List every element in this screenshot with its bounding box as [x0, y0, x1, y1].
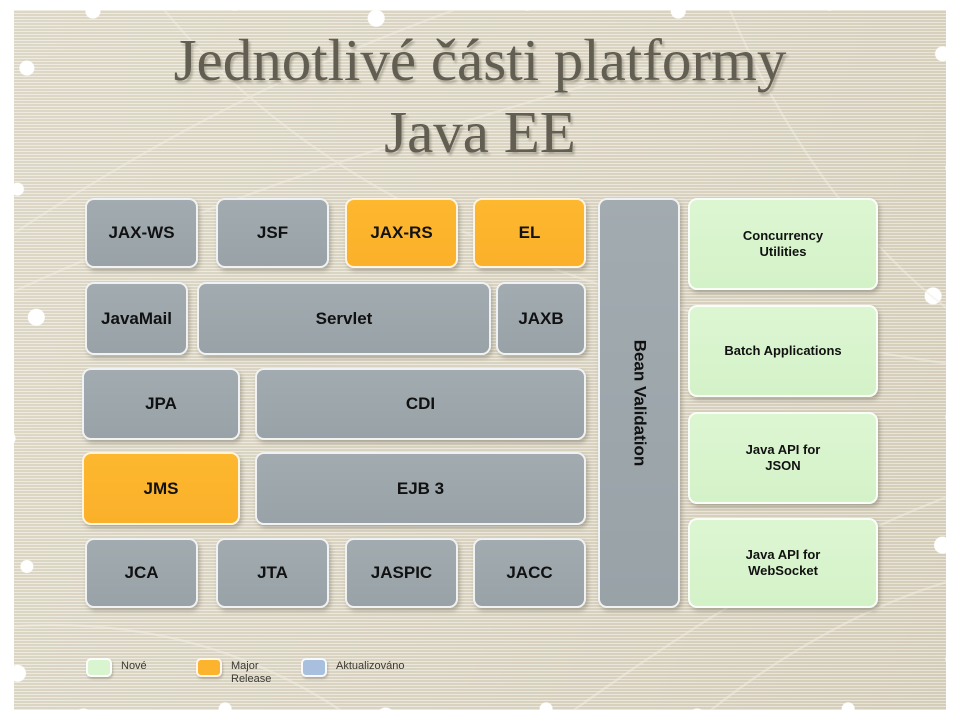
legend-swatch-orange [196, 658, 222, 677]
java-ee-platform-diagram: JAX-WS JSF JAX-RS EL JavaMail Servlet JA… [0, 0, 960, 720]
diagram-box-el[interactable]: EL [473, 198, 586, 268]
diagram-box-jax-ws[interactable]: JAX-WS [85, 198, 198, 268]
legend-item-major-release: Major Release [196, 658, 271, 686]
legend: Nové Major Release Aktualizováno [86, 652, 506, 696]
diagram-box-jaspic[interactable]: JASPIC [345, 538, 458, 608]
diagram-box-jpa[interactable]: JPA [82, 368, 240, 440]
diagram-box-java-api-for-websocket[interactable]: Java API for WebSocket [688, 518, 878, 608]
diagram-box-javamail[interactable]: JavaMail [85, 282, 188, 355]
legend-swatch-blue [301, 658, 327, 677]
slide-canvas: Jednotlivé části platformy Java EE JAX-W… [0, 0, 960, 720]
bean-validation-label: Bean Validation [630, 339, 649, 467]
diagram-box-jsf[interactable]: JSF [216, 198, 329, 268]
diagram-box-jaxb[interactable]: JAXB [496, 282, 586, 355]
legend-label-nove: Nové [121, 660, 147, 672]
legend-item-nove: Nové [86, 658, 147, 677]
legend-label-aktualizovano: Aktualizováno [336, 660, 405, 672]
diagram-box-jta[interactable]: JTA [216, 538, 329, 608]
legend-swatch-green [86, 658, 112, 677]
diagram-box-jacc[interactable]: JACC [473, 538, 586, 608]
diagram-box-jca[interactable]: JCA [85, 538, 198, 608]
legend-label-major-release: Major Release [231, 660, 272, 685]
diagram-box-bean-validation[interactable]: Bean Validation [598, 198, 680, 608]
diagram-box-batch-applications[interactable]: Batch Applications [688, 305, 878, 397]
diagram-box-java-api-for-json[interactable]: Java API for JSON [688, 412, 878, 504]
diagram-box-jms[interactable]: JMS [82, 452, 240, 525]
diagram-box-concurrency-utilities[interactable]: Concurrency Utilities [688, 198, 878, 290]
diagram-box-ejb-3[interactable]: EJB 3 [255, 452, 586, 525]
diagram-box-cdi[interactable]: CDI [255, 368, 586, 440]
diagram-box-servlet[interactable]: Servlet [197, 282, 491, 355]
legend-item-aktualizovano: Aktualizováno [301, 658, 405, 677]
diagram-box-jax-rs[interactable]: JAX-RS [345, 198, 458, 268]
